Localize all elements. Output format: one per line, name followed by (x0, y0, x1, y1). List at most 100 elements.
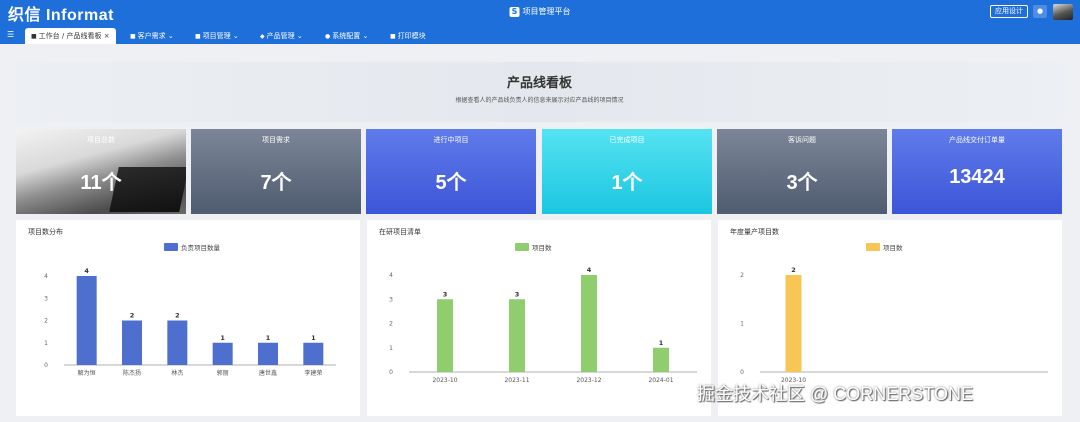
y-tick-label: 3 (389, 296, 393, 303)
stat-value: 11个 (80, 172, 122, 194)
tab-label: 打印模块 (397, 32, 426, 40)
tab-label: 系统配置 (332, 32, 361, 40)
data-label: 2 (791, 266, 796, 274)
y-tick-label: 2 (389, 321, 393, 328)
y-tick-label: 3 (44, 295, 48, 302)
chart-panel-project-distribution: 项目数分布 负责项目数量 0 1 2 3 4 4 解为恒 2 陈杰扬 2 林杰 1 郭丽 1 唐世鑫 1 李建荣 (16, 220, 360, 416)
tab-label: 项目管理 (202, 32, 231, 40)
y-tick-label: 0 (44, 362, 48, 369)
user-icon: ● (325, 33, 331, 40)
x-tick-label: 郭丽 (217, 369, 229, 377)
stat-value: 7个 (260, 172, 292, 194)
tab-label: 产品管理 (266, 32, 295, 40)
page-title: 产品线看板 (506, 76, 572, 91)
data-label: 1 (311, 334, 316, 342)
chart-bar (167, 320, 188, 365)
page-subtitle: 根据查看人的产品线负责人的信息来展示对应产品线的项目情况 (455, 97, 624, 104)
legend-swatch (866, 243, 880, 251)
x-tick-label: 解为恒 (78, 369, 96, 377)
stat-label: 产品线交付订单量 (949, 136, 1005, 144)
avatar[interactable] (1053, 4, 1073, 20)
data-label: 2 (175, 312, 180, 320)
chart-bar (437, 299, 453, 372)
home-icon: ■ (31, 33, 37, 40)
chart-bar (122, 320, 142, 365)
chevron-down-icon: ⌄ (232, 32, 239, 40)
y-tick-label: 1 (389, 345, 393, 352)
watermark: 掘金技术社区 @ CORNERSTONE (697, 384, 973, 404)
x-tick-label: 陈杰扬 (123, 369, 141, 377)
stat-card-in-progress[interactable]: 进行中项目 5个 (366, 129, 536, 214)
data-label: 1 (266, 334, 271, 342)
x-tick-label: 2024-01 (648, 377, 673, 384)
y-tick-label: 0 (389, 369, 393, 376)
stat-value: 1个 (611, 172, 643, 194)
y-tick-label: 4 (389, 272, 393, 279)
legend-swatch (515, 243, 529, 251)
stat-value: 13424 (949, 166, 1005, 188)
bar-chart: 负责项目数量 0 1 2 3 4 4 解为恒 2 陈杰扬 2 林杰 1 郭丽 1 唐世鑫 1 李建荣 (44, 243, 336, 377)
stat-value: 5个 (435, 172, 467, 194)
legend-swatch (164, 243, 178, 251)
app-icon: S (509, 6, 520, 17)
legend-label: 项目数 (532, 243, 552, 252)
app-design-button[interactable]: 应用设计 (990, 5, 1028, 18)
tab-label: 工作台 / 产品线看板 (38, 32, 102, 40)
close-icon[interactable]: × (104, 32, 110, 40)
menu-icon[interactable]: ☰ (7, 30, 14, 39)
legend-label: 项目数 (883, 243, 903, 252)
y-tick-label: 1 (44, 340, 48, 347)
tab-system-config[interactable]: ● 系统配置 ⌄ (325, 28, 368, 44)
app-title: S 项目管理平台 (509, 6, 571, 17)
chevron-down-icon: ⌄ (296, 32, 303, 40)
x-tick-label: 李建荣 (304, 369, 322, 377)
stat-card-project-requirements[interactable]: 项目需求 7个 (191, 129, 361, 214)
tab-project-management[interactable]: ■ 项目管理 ⌄ (195, 28, 239, 44)
stat-card-complaints[interactable]: 客诉问题 3个 (717, 129, 887, 214)
legend-label: 负责项目数量 (181, 243, 221, 252)
chart-bar (785, 275, 802, 372)
x-tick-label: 2023-11 (504, 377, 529, 384)
x-tick-label: 2023-10 (432, 377, 457, 384)
data-label: 1 (220, 334, 225, 342)
data-label: 4 (84, 267, 89, 275)
stat-label: 项目需求 (262, 136, 290, 144)
stat-card-delivery-orders[interactable]: 产品线交付订单量 13424 (892, 129, 1062, 214)
stat-label: 项目总数 (87, 136, 115, 144)
print-icon: ■ (390, 33, 396, 40)
nav-bar: ☰ ■ 工作台 / 产品线看板 × ■ 客户需求 ⌄ ■ 项目管理 ⌄ ◆ 产品管理 ⌄… (0, 24, 1080, 44)
data-label: 4 (587, 266, 592, 274)
stat-label: 进行中项目 (433, 136, 469, 144)
tab-label: 客户需求 (137, 32, 166, 40)
tab-dashboard[interactable]: ■ 工作台 / 产品线看板 × (25, 28, 116, 44)
dashboard-banner: 产品线看板 根据查看人的产品线负责人的信息来展示对应产品线的项目情况 (16, 62, 1063, 122)
y-tick-label: 1 (740, 321, 744, 328)
stat-card-completed[interactable]: 已完成项目 1个 (542, 129, 712, 214)
top-bar: 织信 Informat S 项目管理平台 应用设计 ● (0, 0, 1080, 24)
stat-value: 3个 (786, 172, 818, 194)
app-logo[interactable]: 织信 Informat (8, 1, 114, 25)
stat-label: 已完成项目 (609, 136, 645, 144)
tab-customer-requirements[interactable]: ■ 客户需求 ⌄ (130, 28, 174, 44)
y-tick-label: 2 (44, 318, 48, 325)
tab-print-module[interactable]: ■ 打印模块 (390, 28, 426, 44)
chart-bar (509, 299, 525, 372)
tab-product-management[interactable]: ◆ 产品管理 ⌄ (260, 28, 303, 44)
x-tick-label: 唐世鑫 (259, 369, 277, 377)
data-label: 3 (443, 290, 448, 298)
bar-chart: 项目数 0 1 2 3 4 3 2023-10 3 2023-11 4 2023-12 1 2024-01 (389, 243, 697, 384)
chart-panel-active-projects: 在研项目清单 项目数 0 1 2 3 4 3 2023-10 3 2023-11 4 2023-12 1… (367, 220, 711, 416)
stat-card-total-projects[interactable]: 项目总数 11个 (16, 129, 186, 214)
x-tick-label: 2023-12 (576, 377, 601, 384)
data-label: 1 (659, 339, 664, 347)
list-icon: ■ (130, 33, 136, 40)
stat-label: 客诉问题 (788, 136, 816, 144)
bell-icon[interactable]: ● (1033, 5, 1047, 18)
y-tick-label: 4 (44, 273, 48, 280)
folder-icon: ■ (195, 33, 201, 40)
chart-bar (212, 342, 233, 365)
x-tick-label: 林杰 (171, 369, 183, 377)
app-title-text: 项目管理平台 (522, 7, 571, 16)
data-label: 2 (130, 312, 135, 320)
data-label: 3 (515, 290, 520, 298)
